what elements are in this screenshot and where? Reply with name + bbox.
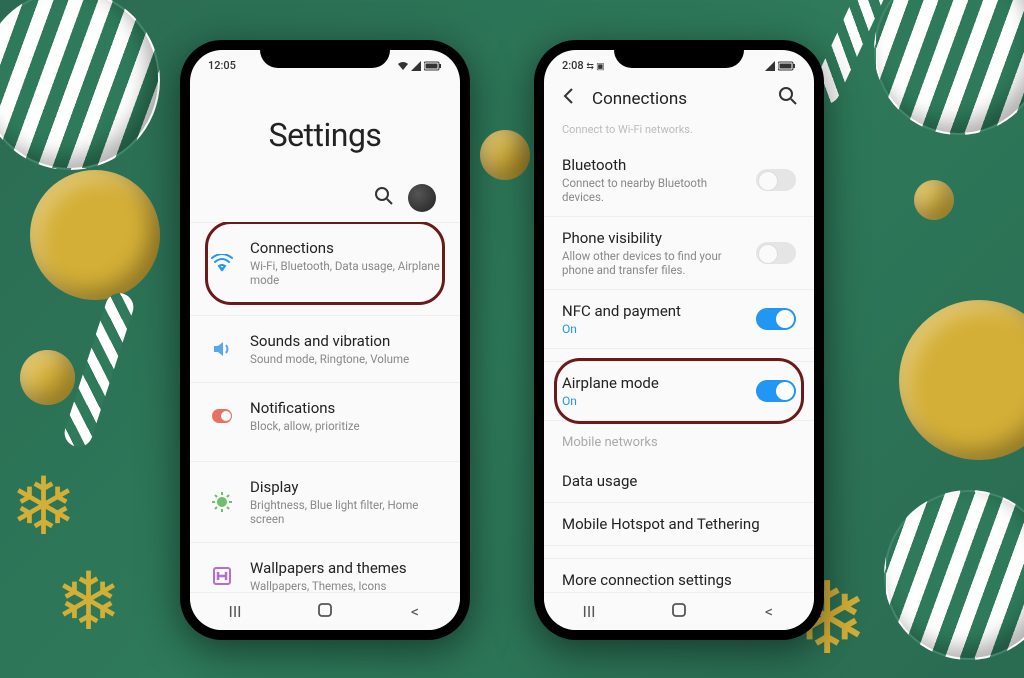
phone-visibility-toggle[interactable] bbox=[756, 242, 796, 264]
wallpaper-icon bbox=[210, 564, 234, 588]
row-hotspot-tethering[interactable]: Mobile Hotspot and Tethering bbox=[544, 503, 814, 546]
ornament-stripe-ball bbox=[874, 0, 1024, 135]
category-title: Notifications bbox=[250, 399, 440, 417]
screen-settings: 12:05 Settings Connections Wi-F bbox=[190, 50, 460, 630]
category-connections[interactable]: Connections Wi-Fi, Bluetooth, Data usage… bbox=[190, 222, 460, 303]
nav-back-button[interactable]: < bbox=[395, 602, 435, 621]
row-bluetooth[interactable]: Bluetooth Connect to nearby Bluetooth de… bbox=[544, 144, 814, 217]
notifications-icon bbox=[210, 404, 234, 428]
avatar[interactable] bbox=[408, 184, 436, 212]
search-icon[interactable] bbox=[374, 186, 394, 210]
ornament-stripe-ball bbox=[884, 490, 1024, 660]
category-subtitle: Wallpapers, Themes, Icons bbox=[250, 579, 440, 592]
airplane-mode-toggle[interactable] bbox=[756, 380, 796, 402]
category-subtitle: Brightness, Blue light filter, Home scre… bbox=[250, 498, 440, 526]
battery-indicator-icon bbox=[424, 61, 442, 71]
ornament-gold-ball bbox=[480, 130, 530, 180]
ornament-snowflake: ❄ bbox=[55, 555, 122, 649]
row-more-connection-settings[interactable]: More connection settings bbox=[544, 558, 814, 592]
row-title: NFC and payment bbox=[562, 302, 744, 320]
phone-notch bbox=[614, 40, 744, 68]
row-subtitle: Allow other devices to find your phone a… bbox=[562, 249, 744, 277]
row-title: Bluetooth bbox=[562, 156, 744, 174]
phone-mockup-left: 12:05 Settings Connections Wi-F bbox=[180, 40, 470, 640]
section-mobile-networks[interactable]: Mobile networks bbox=[544, 421, 814, 460]
category-subtitle: Sound mode, Ringtone, Volume bbox=[250, 352, 440, 366]
phone-mockup-right: 2:08 ⇆ ▣ Connections Connect to Wi-Fi ne… bbox=[534, 40, 824, 640]
nav-home-button[interactable] bbox=[305, 602, 345, 622]
ornament-gold-ball bbox=[914, 180, 954, 220]
signal-indicator-icon bbox=[765, 61, 775, 71]
display-icon bbox=[210, 490, 234, 514]
row-subtitle: Connect to nearby Bluetooth devices. bbox=[562, 176, 744, 204]
row-title: Mobile Hotspot and Tethering bbox=[562, 515, 796, 533]
category-title: Sounds and vibration bbox=[250, 332, 440, 350]
status-indicators bbox=[397, 59, 442, 72]
row-nfc[interactable]: NFC and payment On bbox=[544, 290, 814, 349]
android-nav-bar: III < bbox=[190, 592, 460, 630]
ornament-snowflake: ❄ bbox=[10, 460, 77, 554]
status-time: 2:08 ⇆ ▣ bbox=[562, 59, 605, 72]
android-nav-bar: III < bbox=[544, 592, 814, 630]
row-title: Phone visibility bbox=[562, 229, 744, 247]
row-title: More connection settings bbox=[562, 571, 796, 589]
row-title: Airplane mode bbox=[562, 374, 744, 392]
status-indicators bbox=[765, 59, 796, 72]
nav-recents-button[interactable]: III bbox=[215, 602, 255, 621]
category-sounds[interactable]: Sounds and vibration Sound mode, Rington… bbox=[190, 315, 460, 382]
page-header: Connections bbox=[592, 89, 687, 109]
wifi-subheader-partial: Connect to Wi-Fi networks. bbox=[544, 123, 814, 144]
status-time: 12:05 bbox=[208, 59, 236, 72]
sound-icon bbox=[210, 337, 234, 361]
ornament-gold-ball bbox=[20, 350, 75, 405]
ornament-gold-ball bbox=[30, 170, 160, 300]
category-title: Wallpapers and themes bbox=[250, 559, 440, 577]
wifi-indicator-icon bbox=[397, 61, 409, 71]
category-display[interactable]: Display Brightness, Blue light filter, H… bbox=[190, 461, 460, 542]
phone-notch bbox=[260, 40, 390, 68]
row-data-usage[interactable]: Data usage bbox=[544, 460, 814, 503]
category-title: Display bbox=[250, 478, 440, 496]
category-title: Connections bbox=[250, 239, 440, 257]
category-notifications[interactable]: Notifications Block, allow, prioritize bbox=[190, 382, 460, 449]
category-subtitle: Wi-Fi, Bluetooth, Data usage, Airplane m… bbox=[250, 259, 440, 287]
connections-list: Bluetooth Connect to nearby Bluetooth de… bbox=[544, 144, 814, 592]
nav-home-button[interactable] bbox=[659, 602, 699, 622]
nfc-toggle[interactable] bbox=[756, 308, 796, 330]
row-title: Data usage bbox=[562, 472, 796, 490]
settings-category-list: Connections Wi-Fi, Bluetooth, Data usage… bbox=[190, 222, 460, 592]
signal-indicator-icon bbox=[411, 61, 421, 71]
page-title: Settings bbox=[190, 116, 460, 154]
back-button[interactable] bbox=[560, 87, 578, 110]
category-subtitle: Block, allow, prioritize bbox=[250, 419, 440, 433]
bluetooth-toggle[interactable] bbox=[756, 169, 796, 191]
row-subtitle: On bbox=[562, 322, 744, 336]
ornament-gold-ball bbox=[899, 300, 1024, 460]
nav-recents-button[interactable]: III bbox=[569, 602, 609, 621]
category-wallpapers[interactable]: Wallpapers and themes Wallpapers, Themes… bbox=[190, 542, 460, 592]
row-airplane-mode[interactable]: Airplane mode On bbox=[544, 361, 814, 421]
search-icon[interactable] bbox=[778, 86, 798, 111]
screen-connections: 2:08 ⇆ ▣ Connections Connect to Wi-Fi ne… bbox=[544, 50, 814, 630]
row-phone-visibility[interactable]: Phone visibility Allow other devices to … bbox=[544, 217, 814, 290]
battery-indicator-icon bbox=[778, 61, 796, 71]
wifi-icon bbox=[210, 251, 234, 275]
nav-back-button[interactable]: < bbox=[749, 602, 789, 621]
row-subtitle: On bbox=[562, 394, 744, 408]
ornament-stripe-ball bbox=[0, 0, 160, 170]
